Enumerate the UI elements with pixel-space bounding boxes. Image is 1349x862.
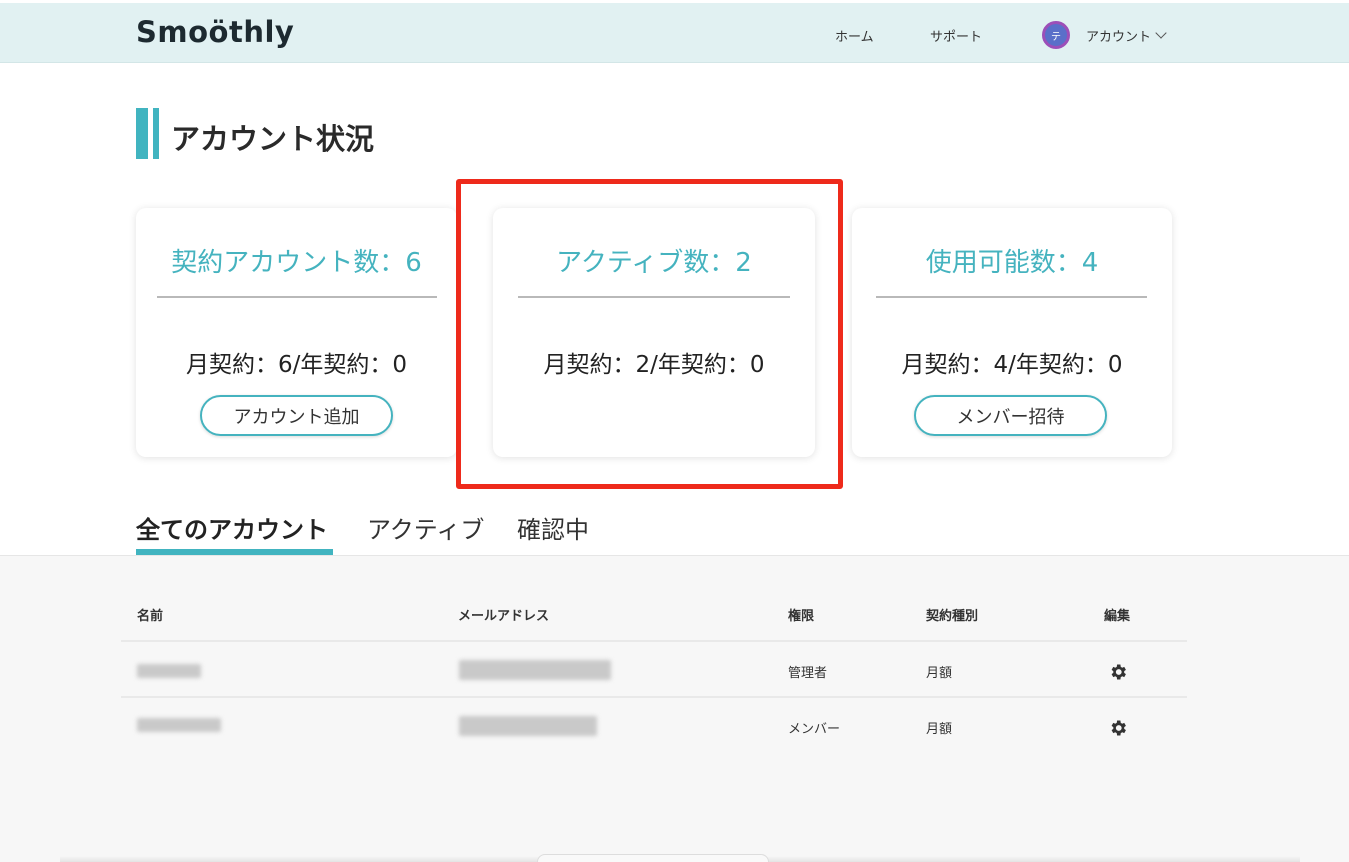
tab-pending[interactable]: 確認中 — [517, 510, 589, 545]
account-table-area — [0, 555, 1349, 862]
tab-active-indicator — [136, 549, 333, 555]
card-title: 契約アカウント数：6 — [171, 248, 422, 278]
card-contract-breakdown: 月契約：4/年契約：0 — [901, 352, 1123, 378]
chevron-down-icon — [1155, 27, 1167, 39]
plan-cell: 月額 — [926, 666, 953, 681]
gear-icon[interactable] — [1108, 718, 1128, 738]
blurred-email — [459, 716, 597, 736]
column-header-edit: 編集 — [1104, 609, 1131, 624]
nav-home-link[interactable]: ホーム — [835, 26, 874, 45]
blurred-name — [137, 664, 201, 678]
account-menu[interactable]: テ アカウント — [1042, 21, 1167, 49]
app-logo[interactable]: Smoöthly — [136, 15, 294, 49]
role-cell: メンバー — [788, 722, 841, 737]
role-cell: 管理者 — [788, 666, 828, 681]
card-divider — [157, 296, 437, 298]
column-header-role: 権限 — [788, 609, 815, 624]
card-contract-breakdown: 月契約：6/年契約：0 — [185, 352, 407, 378]
blurred-name — [137, 718, 221, 732]
add-account-button[interactable]: アカウント追加 — [200, 395, 393, 436]
bottom-tab-handle — [537, 854, 769, 862]
column-header-email: メールアドレス — [458, 609, 550, 624]
avatar: テ — [1042, 21, 1070, 49]
card-divider — [876, 296, 1147, 298]
row-divider — [121, 696, 1187, 698]
available-accounts-card: 使用可能数：4 月契約：4/年契約：0 メンバー招待 — [852, 208, 1172, 457]
nav-support-link[interactable]: サポート — [930, 26, 982, 45]
blurred-email — [459, 660, 611, 680]
title-accent-bar — [136, 108, 148, 159]
top-navigation-bar: Smoöthly ホーム サポート テ アカウント — [0, 3, 1349, 63]
tab-all-accounts[interactable]: 全てのアカウント — [136, 510, 328, 545]
account-menu-label: アカウント — [1086, 29, 1152, 45]
title-accent-bar-thin — [153, 108, 159, 159]
column-header-plan: 契約種別 — [926, 609, 979, 624]
page-title: アカウント状況 — [171, 122, 375, 156]
invite-member-button[interactable]: メンバー招待 — [914, 395, 1107, 436]
row-divider — [121, 640, 1187, 642]
tab-active[interactable]: アクティブ — [367, 510, 484, 545]
highlight-box — [456, 179, 843, 489]
column-header-name: 名前 — [137, 609, 164, 624]
card-title: 使用可能数：4 — [925, 248, 1099, 278]
plan-cell: 月額 — [926, 722, 953, 737]
contract-accounts-card: 契約アカウント数：6 月契約：6/年契約：0 アカウント追加 — [136, 208, 457, 457]
gear-icon[interactable] — [1108, 662, 1128, 682]
